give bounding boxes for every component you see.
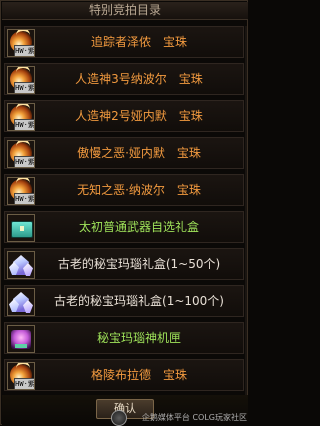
list-item[interactable]: HW·紫 格陵布拉德 宝珠 xyxy=(4,359,244,391)
item-name: 傲慢之恶·娅内默 宝珠 xyxy=(77,146,201,160)
item-name: 追踪者泽侬 宝珠 xyxy=(90,35,187,49)
list-scrollbar[interactable] xyxy=(245,26,247,396)
list-item[interactable]: 古老的秘宝玛瑙礼盒(1~100个) xyxy=(4,285,244,317)
fire-orb-icon: HW·紫 xyxy=(7,177,35,205)
fire-orb-icon: HW·紫 xyxy=(7,29,35,57)
item-name: 秘宝玛瑙神机匣 xyxy=(96,331,181,345)
list-item[interactable]: HW·紫 追踪者泽侬 宝珠 xyxy=(4,26,244,58)
list-item[interactable]: HW·紫 傲慢之恶·娅内默 宝珠 xyxy=(4,137,244,169)
item-name: 格陵布拉德 宝珠 xyxy=(90,368,187,382)
watermark-text: 企鹅媒体平台 COLG玩家社区 xyxy=(141,413,247,422)
item-name: 无知之恶·纳波尔 宝珠 xyxy=(77,183,201,197)
fire-orb-icon: HW·紫 xyxy=(7,66,35,94)
item-list[interactable]: HW·紫 追踪者泽侬 宝珠 HW·紫 人造神3号纳波尔 宝珠 HW·紫 人造神2号娅内默 … xyxy=(4,26,244,396)
item-tag: HW·紫 xyxy=(14,82,35,93)
watermark-logo-icon xyxy=(111,410,127,426)
crystal-icon xyxy=(7,251,35,279)
item-tag: HW·紫 xyxy=(14,378,35,389)
window-title: 特别竞拍目录 xyxy=(2,2,248,20)
fire-orb-icon: HW·紫 xyxy=(7,103,35,131)
list-item[interactable]: HW·紫 人造神3号纳波尔 宝珠 xyxy=(4,63,244,95)
item-name: 人造神2号娅内默 宝珠 xyxy=(75,109,203,123)
item-name: 古老的秘宝玛瑙礼盒(1~100个) xyxy=(54,294,224,308)
item-tag: HW·紫 xyxy=(14,156,35,167)
list-item[interactable]: HW·紫 无知之恶·纳波尔 宝珠 xyxy=(4,174,244,206)
fire-orb-icon: HW·紫 xyxy=(7,140,35,168)
machine-icon xyxy=(7,325,35,353)
item-name: 人造神3号纳波尔 宝珠 xyxy=(75,72,203,86)
item-tag: HW·紫 xyxy=(14,119,35,130)
list-item[interactable]: 秘宝玛瑙神机匣 xyxy=(4,322,244,354)
item-tag: HW·紫 xyxy=(14,193,35,204)
item-name: 古老的秘宝玛瑙礼盒(1~50个) xyxy=(57,257,221,271)
list-item[interactable]: HW·紫 人造神2号娅内默 宝珠 xyxy=(4,100,244,132)
item-name: 太初普通武器自选礼盒 xyxy=(78,220,199,234)
auction-catalog-window: 特别竞拍目录 HW·紫 追踪者泽侬 宝珠 HW·紫 人造神3号纳波尔 宝珠 HW·紫 人造… xyxy=(0,0,248,426)
list-item[interactable]: 太初普通武器自选礼盒 xyxy=(4,211,244,243)
fire-orb-icon: HW·紫 xyxy=(7,362,35,390)
gift-box-icon xyxy=(7,214,35,242)
crystal-icon xyxy=(7,288,35,316)
list-item[interactable]: 古老的秘宝玛瑙礼盒(1~50个) xyxy=(4,248,244,280)
item-tag: HW·紫 xyxy=(14,45,35,56)
